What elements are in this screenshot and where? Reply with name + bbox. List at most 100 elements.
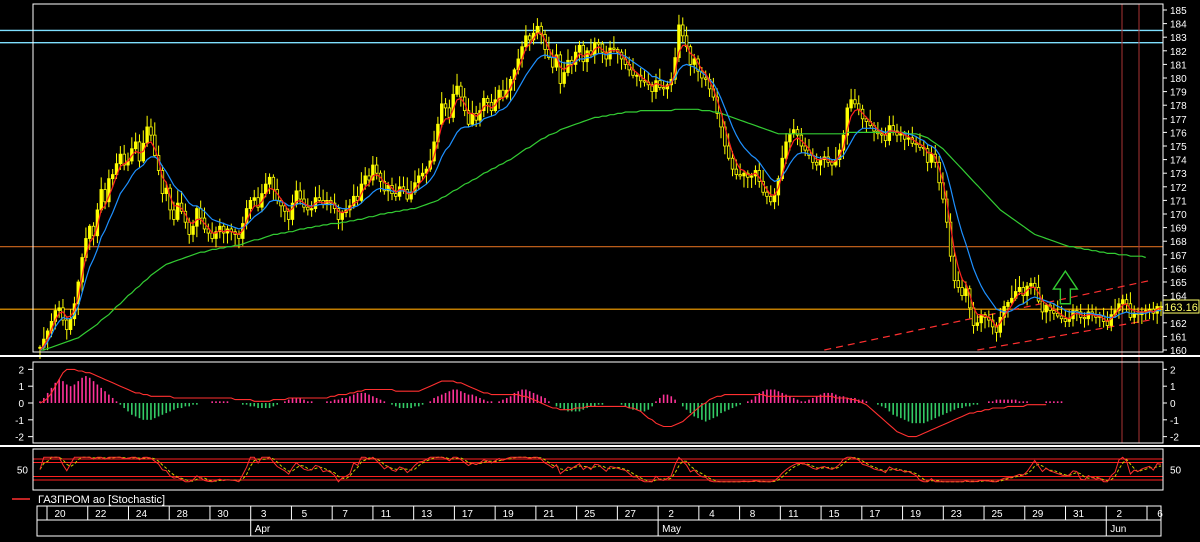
day-label: 2 — [1116, 509, 1122, 520]
candle-body — [38, 346, 42, 349]
osc-tick-label-left: -2 — [15, 433, 24, 444]
candle-body — [394, 193, 398, 197]
price-tick-label: 166 — [1170, 264, 1187, 275]
day-label: 30 — [217, 509, 229, 520]
day-label: 19 — [910, 509, 922, 520]
osc-tick-label-left: 2 — [18, 365, 24, 376]
candle-body — [1055, 312, 1060, 317]
candle-body — [765, 191, 769, 197]
day-label: 22 — [95, 509, 107, 520]
candle-body — [952, 255, 957, 282]
candle-body — [405, 189, 409, 200]
candle-body — [906, 137, 911, 140]
osc-tick-label: 0 — [1170, 399, 1176, 410]
candle-body — [788, 133, 792, 143]
candle-body — [730, 157, 735, 170]
day-label: 5 — [302, 509, 308, 520]
price-tick-label: 180 — [1170, 74, 1187, 85]
candle-body — [440, 103, 444, 125]
candle-body — [956, 280, 960, 288]
candle-body — [271, 176, 276, 190]
day-label: 23 — [951, 509, 963, 520]
candle-body — [340, 212, 344, 220]
price-tick-label: 165 — [1170, 278, 1187, 289]
candle-body — [883, 134, 888, 141]
chart-svg[interactable]: 1601611621631641651661671681691701711721… — [0, 0, 1200, 537]
day-label: 2 — [668, 509, 674, 520]
candle-body — [317, 197, 321, 201]
candle-body — [899, 133, 903, 136]
month-label: May — [662, 524, 681, 535]
candle-body — [248, 199, 253, 209]
candle-body — [857, 103, 861, 110]
candle-body — [309, 208, 314, 211]
candle-body — [975, 322, 980, 326]
osc-tick-label-left: -1 — [15, 416, 24, 427]
price-tick-label: 177 — [1170, 115, 1187, 126]
candle-body — [1029, 282, 1033, 287]
price-tick-label: 174 — [1170, 156, 1187, 167]
candle-body — [65, 319, 69, 330]
price-tick-label: 170 — [1170, 210, 1187, 221]
candle-body — [459, 85, 463, 98]
candle-body — [133, 141, 138, 150]
day-label: 31 — [1073, 509, 1085, 520]
candle-body — [681, 24, 685, 37]
candle-body — [191, 225, 195, 235]
osc-tick-label-left: 0 — [18, 399, 24, 410]
candle-body — [562, 72, 566, 84]
candle-body — [734, 168, 739, 175]
candle-body — [818, 159, 823, 166]
candle-body — [1128, 303, 1133, 318]
price-tick-label: 182 — [1170, 47, 1187, 58]
candle-body — [252, 197, 256, 201]
candle-body — [704, 77, 708, 80]
candle-body — [979, 314, 983, 324]
day-label: 13 — [421, 509, 433, 520]
candle-body — [853, 99, 857, 105]
candle-body — [57, 307, 61, 311]
candle-body — [1159, 306, 1163, 308]
price-tick-label: 185 — [1170, 6, 1187, 17]
candle-body — [1006, 301, 1010, 307]
candle-body — [585, 50, 589, 63]
candle-body — [535, 25, 540, 34]
day-label: 29 — [1032, 509, 1044, 520]
candle-body — [642, 80, 647, 83]
price-tick-label: 184 — [1170, 20, 1187, 31]
candle-body — [929, 153, 934, 163]
osc-tick-label: -1 — [1170, 416, 1179, 427]
candle-body — [198, 208, 203, 219]
price-tick-label: 162 — [1170, 319, 1187, 330]
price-tick-label: 168 — [1170, 237, 1187, 248]
candle-body — [267, 176, 272, 185]
price-tick-label: 172 — [1170, 183, 1187, 194]
candle-body — [964, 288, 968, 296]
day-label: 3 — [261, 509, 267, 520]
candle-body — [558, 54, 563, 84]
price-tick-label: 178 — [1170, 101, 1187, 112]
candle-body — [528, 35, 532, 41]
day-label: 24 — [136, 509, 148, 520]
stoch-tick-label: 50 — [1170, 466, 1182, 477]
price-tick-label: 167 — [1170, 251, 1187, 262]
candle-body — [792, 129, 796, 135]
candle-body — [1059, 315, 1064, 320]
day-label: 6 — [1157, 509, 1163, 520]
candle-body — [688, 46, 693, 65]
candle-body — [306, 206, 310, 211]
day-label: 17 — [462, 509, 474, 520]
candle-body — [1082, 316, 1087, 320]
candle-body — [577, 44, 582, 53]
day-label: 19 — [503, 509, 515, 520]
price-tick-label: 181 — [1170, 60, 1187, 71]
candle-body — [68, 318, 73, 331]
candle-body — [661, 87, 666, 90]
candle-body — [1124, 299, 1129, 305]
day-label: 11 — [381, 509, 392, 520]
candle-body — [470, 112, 475, 125]
day-label: 4 — [709, 509, 715, 520]
candle-body — [149, 126, 153, 136]
candle-body — [550, 57, 555, 68]
candle-body — [99, 189, 103, 211]
